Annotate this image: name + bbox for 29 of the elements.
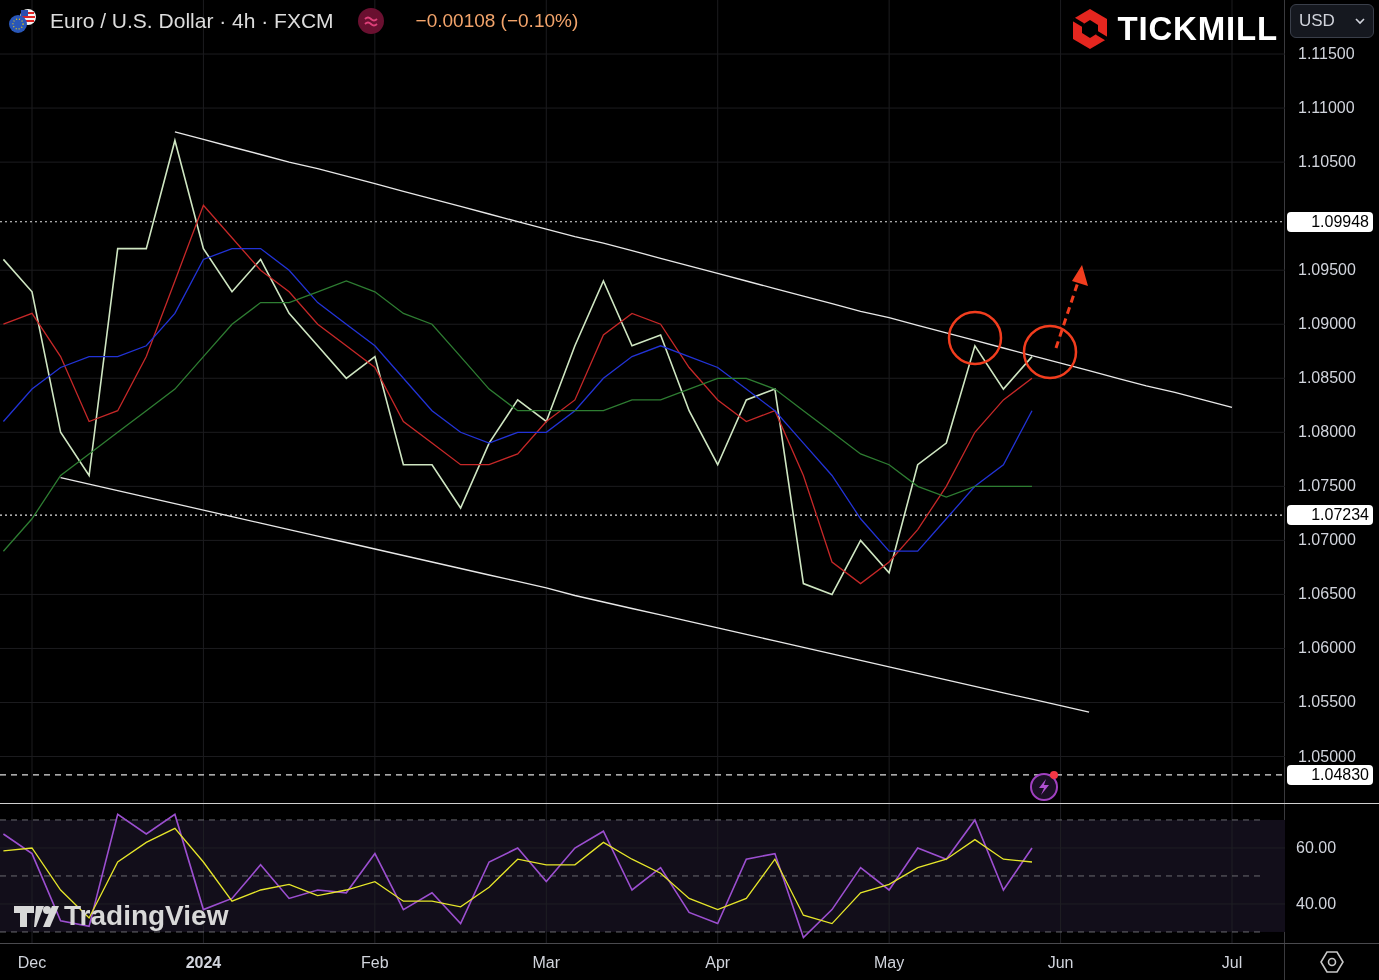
price-marker: 1.04830 [1287,764,1373,785]
time-axis-label: May [874,954,905,972]
time-axis-label: Dec [17,954,47,972]
price-axis-label: 1.08000 [1298,423,1356,442]
rsi-axis-label: 60.00 [1296,838,1337,857]
time-axis-label: Apr [705,954,731,972]
price-axis-label: 1.09500 [1298,261,1356,280]
price-axis-label: 1.07000 [1298,531,1356,550]
price-axis-label: 1.05500 [1298,693,1356,712]
price-marker: 1.09948 [1287,211,1373,232]
rsi-axis-label: 40.00 [1296,894,1337,913]
price-axis-label: 1.11000 [1298,99,1355,118]
time-axis-label: 2024 [185,954,222,972]
time-axis-label: Mar [532,954,561,972]
brand-name: TICKMILL [1117,9,1278,49]
price-change: −0.00108 (−0.10%) [415,8,579,33]
time-axis-label: Feb [361,954,389,972]
time-axis-label: Jun [1047,954,1074,972]
price-axis-label: 1.07500 [1298,477,1356,496]
price-axis-label: 1.06000 [1298,639,1356,658]
price-marker: 1.07234 [1287,505,1373,526]
price-axis-label: 1.08500 [1298,369,1356,388]
price-axis-label: 1.06500 [1298,585,1356,604]
symbol-title: Euro / U.S. Dollar · 4h · FXCM [50,8,334,34]
price-axis-label: 1.05000 [1298,747,1356,766]
time-axis-label: Jul [1221,954,1243,972]
price-axis-label: 1.11500 [1298,45,1355,64]
price-axis-label: 1.10500 [1298,153,1356,172]
price-axis-label: 1.09000 [1298,315,1356,334]
